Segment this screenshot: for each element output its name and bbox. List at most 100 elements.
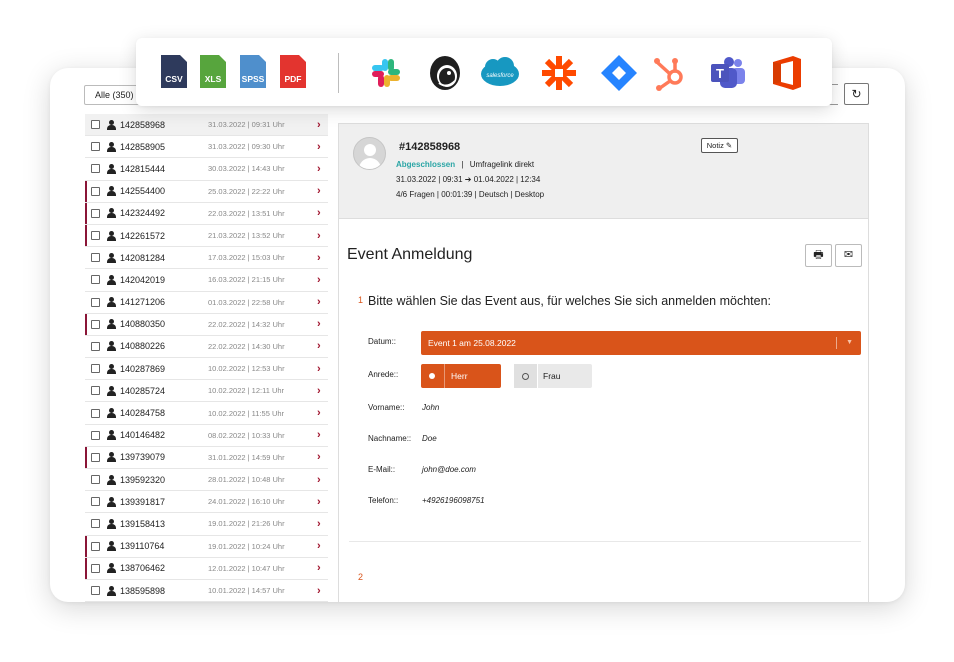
chevron-right-icon[interactable]: › (317, 230, 321, 242)
chevron-right-icon[interactable]: › (317, 407, 321, 419)
list-item[interactable]: 140880226 22.02.2022 | 14:30 Uhr › (85, 335, 328, 359)
row-checkbox[interactable] (91, 563, 100, 573)
list-item[interactable]: 140287869 10.02.2022 | 12:53 Uhr › (85, 358, 328, 381)
flag-marker (85, 535, 87, 557)
chevron-right-icon[interactable]: › (317, 363, 321, 375)
response-date: 31.03.2022 | 09:30 Uhr (208, 142, 285, 152)
row-checkbox[interactable] (91, 142, 100, 152)
list-item[interactable]: 140285724 10.02.2022 | 12:11 Uhr › (85, 380, 328, 403)
nachname-value: Doe (422, 434, 437, 443)
chevron-right-icon[interactable]: › (317, 185, 321, 197)
list-item[interactable]: 140880350 22.02.2022 | 14:32 Uhr › (85, 313, 328, 336)
chevron-right-icon[interactable]: › (317, 318, 321, 330)
radio-frau[interactable]: Frau (514, 364, 592, 388)
response-date: 10.02.2022 | 12:53 Uhr (208, 364, 285, 374)
response-header: #142858968 Abgeschlossen | Umfragelink d… (339, 124, 868, 219)
mail-button[interactable]: ✉ (835, 244, 862, 267)
anrede-label: Anrede:: (368, 370, 399, 379)
row-checkbox[interactable] (91, 430, 100, 440)
list-item[interactable]: 139110764 19.01.2022 | 10:24 Uhr › (85, 535, 328, 558)
response-id: 139739079 (120, 452, 166, 463)
chevron-right-icon[interactable]: › (317, 474, 321, 486)
chevron-right-icon[interactable]: › (317, 141, 321, 153)
chevron-right-icon[interactable]: › (317, 296, 321, 308)
flag-marker (85, 313, 87, 335)
export-spss-icon[interactable]: SPSS (240, 55, 266, 88)
chevron-right-icon[interactable]: › (317, 163, 321, 175)
row-checkbox[interactable] (91, 475, 100, 485)
list-item[interactable]: 138595898 10.01.2022 | 14:57 Uhr › (85, 579, 328, 602)
jira-icon[interactable] (599, 53, 639, 93)
export-csv-icon[interactable]: CSV (161, 55, 187, 88)
export-pdf-icon[interactable]: PDF (280, 55, 306, 88)
slack-icon[interactable] (366, 53, 406, 93)
chevron-right-icon[interactable]: › (317, 496, 321, 508)
zapier-icon[interactable] (539, 53, 579, 93)
row-checkbox[interactable] (91, 164, 100, 174)
list-item[interactable]: 139391817 24.01.2022 | 16:10 Uhr › (85, 491, 328, 514)
hubspot-icon[interactable] (650, 53, 690, 93)
chevron-right-icon[interactable]: › (317, 540, 321, 552)
list-item[interactable]: 139739079 31.01.2022 | 14:59 Uhr › (85, 446, 328, 469)
row-checkbox[interactable] (91, 208, 100, 218)
list-item[interactable]: 139592320 28.01.2022 | 10:48 Uhr › (85, 469, 328, 492)
list-item[interactable]: 142858968 31.03.2022 | 09:31 Uhr › (85, 114, 328, 137)
row-checkbox[interactable] (91, 341, 100, 351)
print-button[interactable]: 🖶 (805, 244, 832, 267)
chevron-right-icon[interactable]: › (317, 385, 321, 397)
row-checkbox[interactable] (91, 186, 100, 196)
teams-icon[interactable]: T (708, 53, 748, 93)
chevron-right-icon[interactable]: › (317, 451, 321, 463)
response-date: 22.03.2022 | 13:51 Uhr (208, 208, 285, 218)
chevron-right-icon[interactable]: › (317, 518, 321, 530)
response-id: 142081284 (120, 252, 166, 263)
row-checkbox[interactable] (91, 519, 100, 529)
row-checkbox[interactable] (91, 541, 100, 551)
chevron-right-icon[interactable]: › (317, 562, 321, 574)
mailchimp-icon[interactable] (425, 53, 465, 93)
list-item[interactable]: 141271206 01.03.2022 | 22:58 Uhr › (85, 291, 328, 314)
chevron-right-icon[interactable]: › (317, 429, 321, 441)
list-item[interactable]: 142554400 25.03.2022 | 22:22 Uhr › (85, 180, 328, 203)
list-item[interactable]: 142815444 30.03.2022 | 14:43 Uhr › (85, 158, 328, 181)
row-checkbox[interactable] (91, 319, 100, 329)
office-icon[interactable] (767, 53, 807, 93)
chevron-right-icon[interactable]: › (317, 119, 321, 131)
chevron-right-icon[interactable]: › (317, 252, 321, 264)
list-item[interactable]: 138706462 12.01.2022 | 10:47 Uhr › (85, 557, 328, 580)
response-id: 139592320 (120, 474, 166, 485)
salesforce-icon[interactable]: salesforce (480, 53, 520, 93)
chevron-right-icon[interactable]: › (317, 207, 321, 219)
response-id: 139391817 (120, 496, 166, 507)
event-select[interactable]: Event 1 am 25.08.2022 ▼ (421, 331, 861, 355)
select-divider (836, 337, 837, 349)
list-item[interactable]: 140284758 10.02.2022 | 11:55 Uhr › (85, 402, 328, 425)
list-item[interactable]: 139158413 19.01.2022 | 21:26 Uhr › (85, 513, 328, 536)
list-item[interactable]: 142042019 16.03.2022 | 21:15 Uhr › (85, 269, 328, 292)
row-checkbox[interactable] (91, 386, 100, 396)
row-checkbox[interactable] (91, 120, 100, 130)
page-fold (219, 55, 226, 62)
export-xls-icon[interactable]: XLS (200, 55, 226, 88)
chevron-right-icon[interactable]: › (317, 340, 321, 352)
row-checkbox[interactable] (91, 275, 100, 285)
refresh-button[interactable]: ↻ (844, 83, 869, 105)
radio-herr[interactable]: Herr (421, 364, 501, 388)
chevron-right-icon[interactable]: › (317, 585, 321, 597)
person-icon (107, 474, 116, 485)
list-item[interactable]: 142261572 21.03.2022 | 13:52 Uhr › (85, 224, 328, 248)
row-checkbox[interactable] (91, 497, 100, 507)
row-checkbox[interactable] (91, 253, 100, 263)
row-checkbox[interactable] (91, 364, 100, 374)
chevron-right-icon[interactable]: › (317, 274, 321, 286)
row-checkbox[interactable] (91, 452, 100, 462)
list-item[interactable]: 142081284 17.03.2022 | 15:03 Uhr › (85, 247, 328, 270)
list-item[interactable]: 140146482 08.02.2022 | 10:33 Uhr › (85, 424, 328, 447)
row-checkbox[interactable] (91, 231, 100, 241)
row-checkbox[interactable] (91, 586, 100, 596)
row-checkbox[interactable] (91, 297, 100, 307)
list-item[interactable]: 142324492 22.03.2022 | 13:51 Uhr › (85, 202, 328, 225)
note-button[interactable]: Notiz ✎ (701, 138, 738, 153)
row-checkbox[interactable] (91, 408, 100, 418)
list-item[interactable]: 142858905 31.03.2022 | 09:30 Uhr › (85, 136, 328, 159)
